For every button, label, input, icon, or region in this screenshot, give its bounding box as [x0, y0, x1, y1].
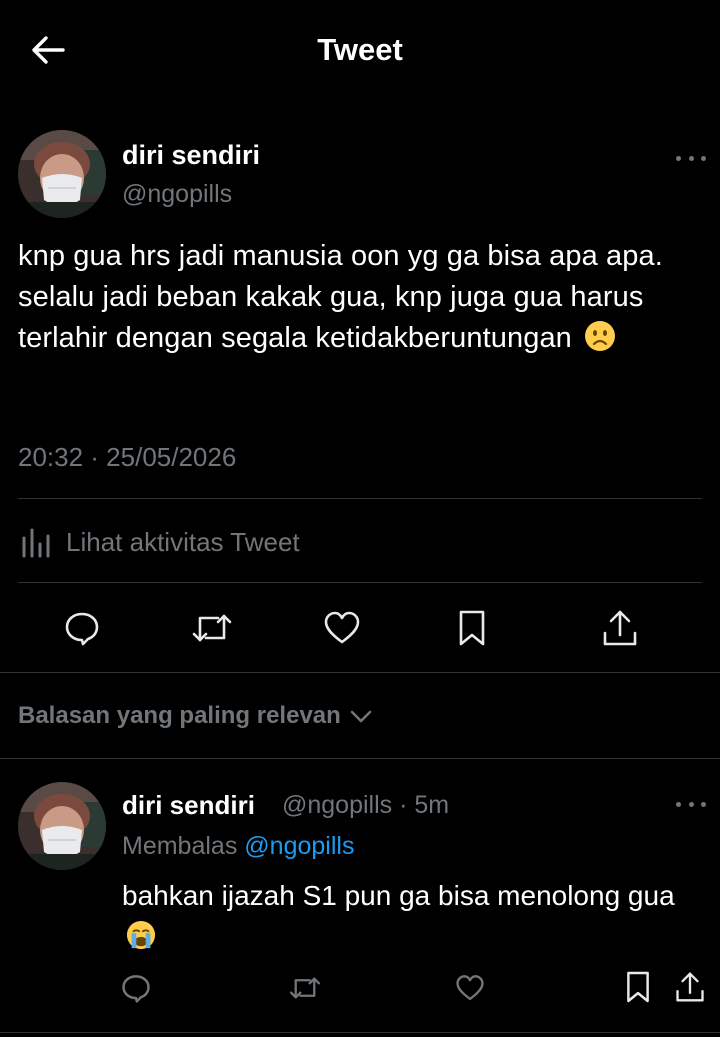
reply-icon [122, 975, 150, 1003]
reply-author-handle[interactable]: @ngopills · 5m [282, 791, 449, 820]
retweet-icon [289, 977, 321, 999]
bookmark-icon [627, 971, 649, 1003]
replying-to: Membalas @ngopills [122, 832, 354, 861]
divider [18, 498, 702, 499]
author-handle[interactable]: @ngopills [122, 180, 232, 209]
chevron-down-icon [350, 710, 372, 723]
avatar[interactable] [18, 130, 106, 218]
tweet-author: diri sendiri @ngopills [0, 120, 720, 230]
divider [0, 1032, 720, 1033]
reply-like-button[interactable] [450, 968, 490, 1008]
reply-share-button[interactable] [670, 966, 710, 1008]
share-icon [603, 610, 637, 646]
share-icon [676, 972, 704, 1002]
like-icon [456, 975, 484, 1001]
retweet-button[interactable] [188, 606, 236, 650]
reply-icon [65, 612, 99, 646]
replying-prefix: Membalas [122, 832, 238, 860]
analytics-label: Lihat aktivitas Tweet [66, 526, 300, 557]
avatar[interactable] [18, 782, 106, 870]
reply-reply-button[interactable] [116, 968, 156, 1008]
tweet-text-content: knp gua hrs jadi manusia oon yg ga bisa … [18, 240, 663, 354]
mention-link[interactable]: @ngopills [244, 832, 354, 860]
crying-face-icon [126, 920, 156, 950]
like-icon [324, 611, 360, 644]
tweet-analytics-link[interactable]: Lihat aktivitas Tweet [18, 518, 300, 566]
author-name[interactable]: diri sendiri [122, 140, 260, 171]
page-title: Tweet [317, 32, 403, 67]
divider [0, 758, 720, 759]
replies-sort-dropdown[interactable]: Balasan yang paling relevan [18, 702, 375, 730]
frowning-face-icon [585, 321, 616, 351]
reply-author-name[interactable]: diri sendiri [122, 790, 255, 821]
reply-text: bahkan ijazah S1 pun ga bisa menolong gu… [122, 876, 702, 956]
reply-text-content: bahkan ijazah S1 pun ga bisa menolong gu… [122, 880, 675, 911]
reply-button[interactable] [60, 606, 104, 650]
divider [0, 672, 720, 673]
tweet-timestamp[interactable]: 20:32 · 25/05/2026 [18, 442, 236, 473]
analytics-icon [22, 528, 50, 558]
tweet-text: knp gua hrs jadi manusia oon yg ga bisa … [18, 236, 708, 359]
replies-sort-label: Balasan yang paling relevan [18, 702, 341, 729]
divider [18, 582, 702, 583]
more-options-icon[interactable] [676, 152, 706, 164]
reply-bookmark-button[interactable] [618, 966, 658, 1008]
more-options-icon[interactable] [676, 798, 706, 810]
share-button[interactable] [598, 606, 642, 650]
top-bar: Tweet [0, 0, 720, 100]
bookmark-button[interactable] [450, 606, 494, 650]
retweet-icon [192, 614, 232, 642]
bookmark-icon [459, 610, 485, 646]
like-button[interactable] [320, 606, 364, 650]
reply-retweet-button[interactable] [284, 968, 326, 1008]
